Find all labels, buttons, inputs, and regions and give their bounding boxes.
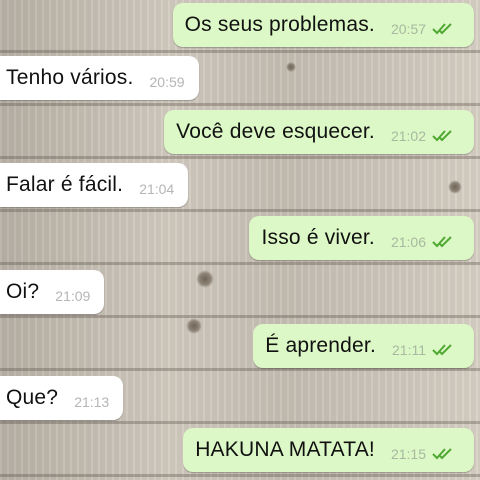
message-bubble-outgoing[interactable]: HAKUNA MATATA! 21:15 bbox=[183, 428, 474, 472]
message-time: 21:02 bbox=[390, 128, 426, 144]
message-text: Os seus problemas. bbox=[184, 13, 375, 36]
message-text: Você deve esquecer. bbox=[176, 120, 375, 143]
message-text: HAKUNA MATATA! bbox=[195, 438, 375, 461]
message-time: 21:06 bbox=[390, 234, 426, 250]
message-bubble-incoming[interactable]: Tenho vários. 20:59 bbox=[0, 56, 199, 100]
message-bubble-incoming[interactable]: Oi? 21:09 bbox=[0, 270, 105, 314]
message-time: 20:59 bbox=[149, 74, 185, 90]
message-time: 21:11 bbox=[392, 342, 426, 358]
message-text: Isso é viver. bbox=[261, 226, 375, 249]
message-bubble-outgoing[interactable]: Os seus problemas. 20:57 bbox=[172, 3, 474, 47]
message-time: 21:04 bbox=[139, 181, 175, 197]
message-bubble-outgoing[interactable]: Você deve esquecer. 21:02 bbox=[164, 110, 474, 154]
double-check-icon bbox=[432, 23, 452, 35]
message-text: É aprender. bbox=[265, 334, 376, 357]
message-time: 21:13 bbox=[74, 394, 110, 410]
message-bubble-incoming[interactable]: Que? 21:13 bbox=[0, 376, 124, 420]
double-check-icon bbox=[432, 448, 452, 460]
message-text: Falar é fácil. bbox=[6, 173, 124, 196]
message-text: Oi? bbox=[6, 280, 40, 303]
message-bubble-outgoing[interactable]: É aprender. 21:11 bbox=[253, 324, 474, 368]
message-time: 21:09 bbox=[55, 288, 91, 304]
double-check-icon bbox=[432, 236, 452, 248]
message-bubble-incoming[interactable]: Falar é fácil. 21:04 bbox=[0, 163, 189, 207]
message-text: Que? bbox=[6, 386, 59, 409]
double-check-icon bbox=[432, 344, 452, 356]
message-time: 20:57 bbox=[390, 21, 426, 37]
message-time: 21:15 bbox=[390, 446, 426, 462]
double-check-icon bbox=[432, 130, 452, 142]
message-text: Tenho vários. bbox=[6, 66, 134, 89]
message-bubble-outgoing[interactable]: Isso é viver. 21:06 bbox=[249, 216, 474, 260]
chat-conversation: Os seus problemas. 20:57 Tenho vários. 2… bbox=[0, 0, 480, 480]
